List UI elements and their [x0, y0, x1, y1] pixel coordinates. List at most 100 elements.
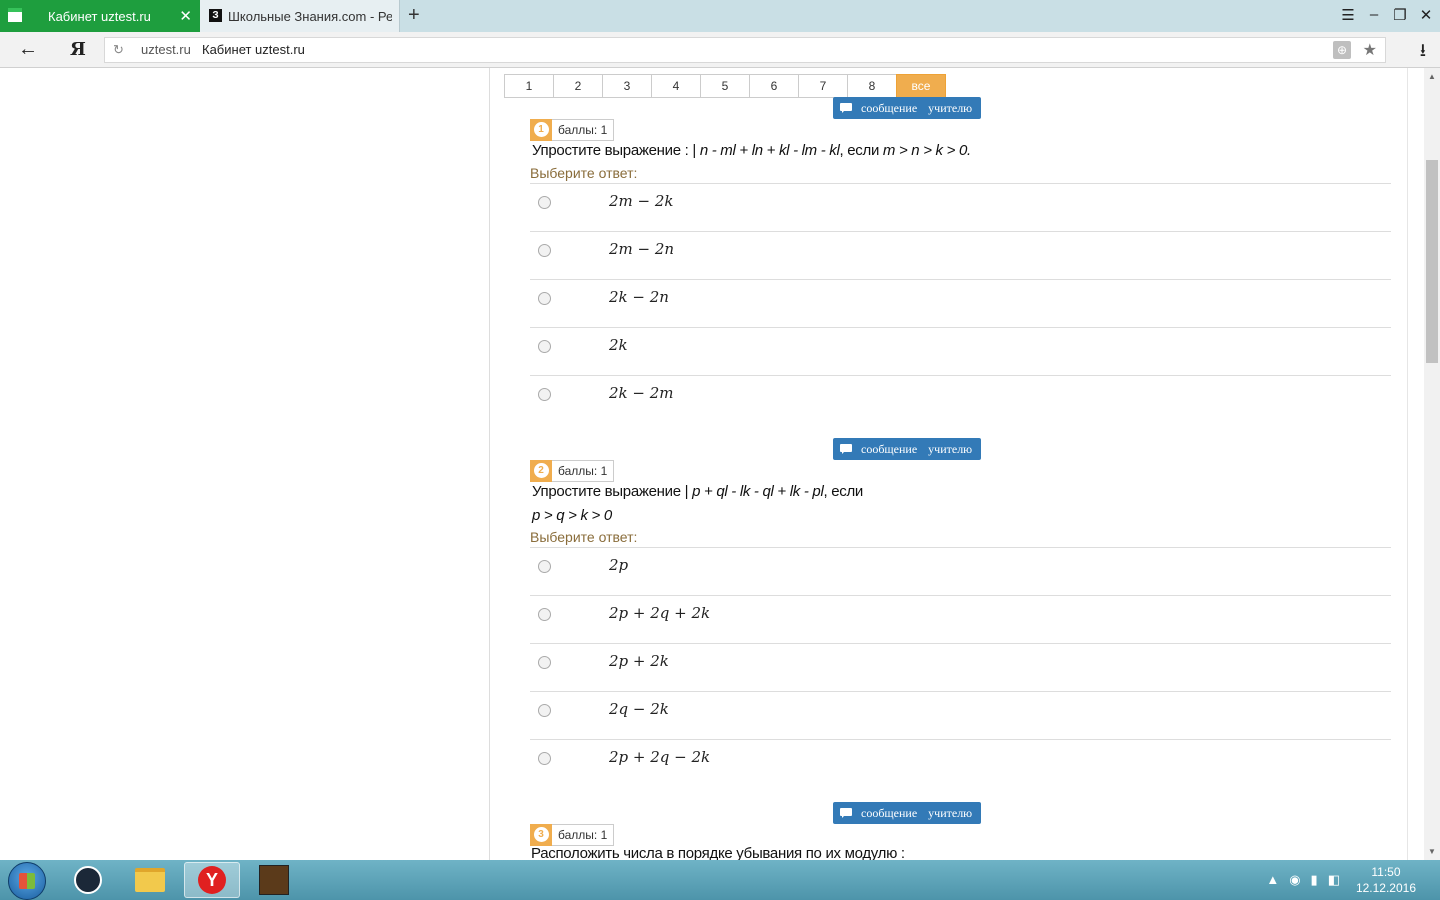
score-label: баллы: 1	[558, 828, 608, 842]
left-panel	[0, 68, 490, 860]
bookmark-star-icon[interactable]: ★	[1363, 40, 1377, 60]
comment-icon	[840, 103, 852, 113]
score-badge: 3 баллы: 1	[530, 823, 615, 846]
radio-button[interactable]	[538, 608, 551, 621]
question-text: Расположить числа в порядке убывания по …	[531, 845, 905, 860]
download-icon[interactable]: ⭳	[1420, 38, 1426, 68]
reload-icon[interactable]: ↻	[113, 42, 124, 58]
radio-button[interactable]	[538, 244, 551, 257]
radio-button[interactable]	[538, 292, 551, 305]
yandex-browser-icon: Y	[198, 866, 226, 894]
taskbar-explorer[interactable]	[122, 862, 178, 898]
message-button-label: сообщение учителю	[861, 442, 973, 456]
menu-icon[interactable]: ☰	[1340, 6, 1356, 24]
answer-option[interactable]: 2k − 2n	[530, 279, 1391, 327]
radio-button[interactable]	[538, 340, 551, 353]
taskbar-game[interactable]	[246, 862, 302, 898]
message-teacher-button[interactable]: сообщение учителю	[833, 438, 981, 460]
scroll-down-icon[interactable]: ▼	[1428, 847, 1436, 856]
system-tray: ▲ ◉ ▮ ◧	[1266, 872, 1340, 888]
page-3[interactable]: 3	[602, 74, 652, 98]
yandex-logo-icon[interactable]: Я	[70, 39, 86, 60]
taskbar-yandex-browser[interactable]: Y	[184, 862, 240, 898]
message-teacher-button[interactable]: сообщение учителю	[833, 97, 981, 119]
answer-option[interactable]: 2p + 2q + 2k	[530, 595, 1391, 643]
page-4[interactable]: 4	[651, 74, 701, 98]
browser-tab-bar: Кабинет uztest.ru ✕ З Школьные Знания.co…	[0, 0, 1440, 32]
start-button[interactable]	[8, 862, 46, 900]
answer-option[interactable]: 2m − 2k	[530, 183, 1391, 231]
page-8[interactable]: 8	[847, 74, 897, 98]
uztest-favicon-icon	[8, 8, 22, 22]
tab-uztest[interactable]: Кабинет uztest.ru ✕	[0, 0, 200, 32]
tab-label: Кабинет uztest.ru	[48, 8, 151, 24]
radio-button[interactable]	[538, 704, 551, 717]
page-1[interactable]: 1	[504, 74, 554, 98]
taskbar-steam[interactable]	[60, 862, 116, 898]
volume-icon[interactable]: ◧	[1328, 872, 1340, 888]
radio-button[interactable]	[538, 560, 551, 573]
question-condition: p > q > k > 0	[532, 507, 612, 524]
new-tab-button[interactable]: +	[408, 4, 420, 27]
comment-icon	[840, 808, 852, 818]
address-bar: ← Я ↻ uztest.ru Кабинет uztest.ru ⊕ ★ ⭳	[0, 32, 1440, 68]
answer-formula: 2p	[609, 556, 629, 574]
answer-option[interactable]: 2p + 2q − 2k	[530, 739, 1391, 787]
clock-date: 12.12.2016	[1355, 881, 1416, 895]
choose-answer-label: Выберите ответ:	[530, 529, 638, 545]
question-text: Упростите выражение | p + ql - lk - ql +…	[532, 483, 863, 500]
url-input[interactable]: ↻ uztest.ru Кабинет uztest.ru ⊕ ★	[104, 37, 1386, 63]
question-expression: p + ql - lk - ql + lk - pl	[692, 483, 824, 500]
url-host: uztest.ru	[141, 42, 191, 57]
vertical-scrollbar[interactable]: ▲ ▼	[1424, 68, 1440, 860]
tab-znania[interactable]: З Школьные Знания.com - Ре	[200, 0, 400, 32]
answer-option[interactable]: 2k − 2m	[530, 375, 1391, 423]
question-text: Упростите выражение : | n - ml + ln + kl…	[532, 142, 971, 159]
protect-icon[interactable]: ⊕	[1333, 41, 1351, 59]
clock[interactable]: 11:50 12.12.2016	[1356, 864, 1416, 896]
folder-icon	[135, 868, 165, 892]
close-tab-icon[interactable]: ✕	[179, 7, 192, 25]
scroll-up-icon[interactable]: ▲	[1428, 72, 1436, 81]
answer-option[interactable]: 2q − 2k	[530, 691, 1391, 739]
answer-option[interactable]: 2p + 2k	[530, 643, 1391, 691]
scrollbar-thumb[interactable]	[1426, 160, 1438, 363]
message-teacher-button[interactable]: сообщение учителю	[833, 802, 981, 824]
question-number: 2	[533, 463, 549, 478]
show-hidden-icons-icon[interactable]: ▲	[1266, 872, 1279, 888]
choose-answer-label: Выберите ответ:	[530, 165, 638, 181]
steam-tray-icon[interactable]: ◉	[1289, 872, 1300, 888]
page-6[interactable]: 6	[749, 74, 799, 98]
page-5[interactable]: 5	[700, 74, 750, 98]
answer-formula: 2q − 2k	[609, 700, 669, 718]
clock-time: 11:50	[1371, 865, 1401, 879]
radio-button[interactable]	[538, 196, 551, 209]
radio-button[interactable]	[538, 388, 551, 401]
page-7[interactable]: 7	[798, 74, 848, 98]
answer-formula: 2p + 2k	[609, 652, 669, 670]
network-icon[interactable]: ▮	[1311, 872, 1318, 888]
question-mid: , если	[839, 142, 883, 159]
question-number: 3	[533, 827, 549, 842]
answer-formula: 2m − 2n	[609, 240, 675, 258]
windows-taskbar: Y ▲ ◉ ▮ ◧ 11:50 12.12.2016	[0, 860, 1440, 900]
score-label: баллы: 1	[558, 464, 608, 478]
radio-button[interactable]	[538, 656, 551, 669]
answer-formula: 2k − 2n	[609, 288, 669, 306]
comment-icon	[840, 444, 852, 454]
back-arrow-icon[interactable]: ←	[18, 38, 38, 61]
znania-favicon-icon: З	[209, 9, 222, 22]
page-all[interactable]: все	[896, 74, 946, 98]
restore-icon[interactable]: ❐	[1392, 6, 1408, 24]
question-prefix: Упростите выражение : |	[532, 142, 700, 159]
minimize-icon[interactable]: –	[1366, 6, 1382, 24]
answer-option[interactable]: 2k	[530, 327, 1391, 375]
content-right-border	[1407, 68, 1408, 860]
question-condition: m > n > k > 0.	[882, 142, 971, 159]
question-expression: n - ml + ln + kl - lm - kl	[699, 142, 840, 159]
answer-option[interactable]: 2m − 2n	[530, 231, 1391, 279]
answer-option[interactable]: 2p	[530, 547, 1391, 595]
close-window-icon[interactable]: ✕	[1418, 6, 1434, 24]
page-2[interactable]: 2	[553, 74, 603, 98]
radio-button[interactable]	[538, 752, 551, 765]
